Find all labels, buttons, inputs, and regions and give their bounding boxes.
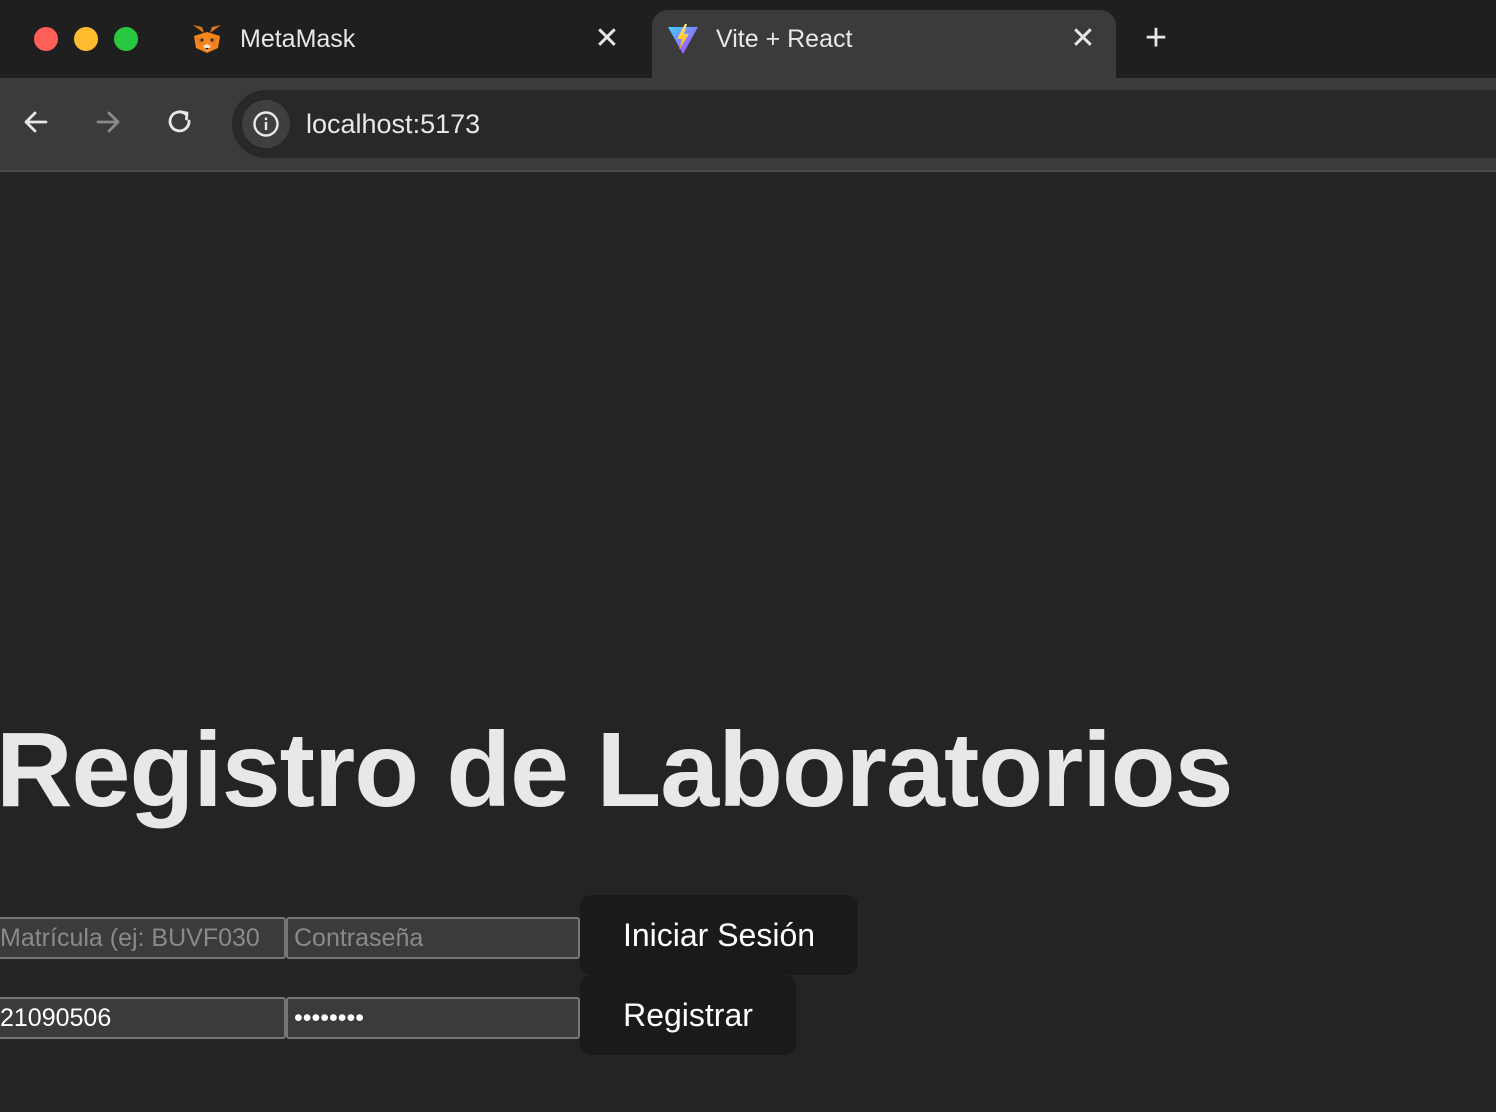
- close-window-button[interactable]: [34, 27, 58, 51]
- browser-tabbar: MetaMask ✕ Vite + React ✕ +: [0, 0, 1496, 78]
- back-arrow-icon[interactable]: [18, 104, 54, 140]
- forward-arrow-icon[interactable]: [90, 104, 126, 140]
- minimize-window-button[interactable]: [74, 27, 98, 51]
- register-matricula-input[interactable]: [0, 997, 286, 1039]
- page-title: Registro de Laboratorios: [0, 711, 1233, 829]
- vite-logo-icon: [668, 24, 698, 54]
- page-content: Registro de Laboratorios Iniciar Sesión …: [0, 172, 1496, 1112]
- login-password-input[interactable]: [286, 917, 580, 959]
- register-password-input[interactable]: [286, 997, 580, 1039]
- close-tab-icon[interactable]: ✕: [592, 24, 622, 54]
- reload-icon[interactable]: [162, 104, 198, 140]
- address-bar[interactable]: localhost:5173: [232, 90, 1496, 158]
- metamask-fox-icon: [193, 25, 221, 53]
- maximize-window-button[interactable]: [114, 27, 138, 51]
- info-icon: [253, 111, 279, 137]
- site-info-button[interactable]: [242, 100, 290, 148]
- browser-toolbar: localhost:5173: [0, 78, 1496, 172]
- new-tab-button[interactable]: +: [1140, 19, 1172, 57]
- tab-title: MetaMask: [240, 25, 356, 53]
- tab-title: Vite + React: [716, 25, 853, 53]
- tab-vite-react[interactable]: Vite + React ✕: [652, 10, 1116, 78]
- tab-metamask[interactable]: MetaMask ✕: [176, 10, 644, 78]
- url-text: localhost:5173: [306, 109, 481, 139]
- login-button[interactable]: Iniciar Sesión: [580, 895, 858, 975]
- close-tab-icon[interactable]: ✕: [1068, 24, 1098, 54]
- login-matricula-input[interactable]: [0, 917, 286, 959]
- register-button[interactable]: Registrar: [580, 975, 796, 1055]
